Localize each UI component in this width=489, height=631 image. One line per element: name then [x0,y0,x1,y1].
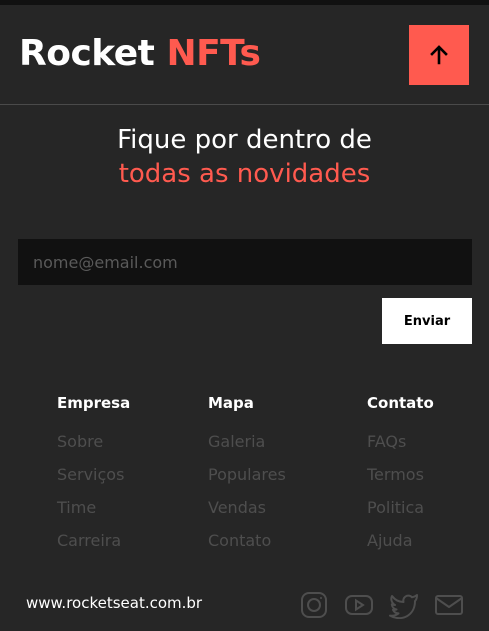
footer-link-carreira[interactable]: Carreira [57,524,130,557]
submit-button[interactable]: Enviar [382,298,472,344]
footer-column-empresa: Empresa Sobre Serviços Time Carreira [57,393,130,557]
logo-main: Rocket [19,33,155,74]
footer-column-mapa: Mapa Galeria Populares Vendas Contato [208,393,286,557]
footer-link-termos[interactable]: Termos [367,458,434,491]
newsletter-title-line1: Fique por dentro de [117,125,372,155]
footer-link-galeria[interactable]: Galeria [208,425,286,458]
arrow-up-icon [430,45,448,65]
newsletter-title-line2: todas as novidades [118,159,371,189]
footer-link-ajuda[interactable]: Ajuda [367,524,434,557]
footer-link-time[interactable]: Time [57,491,130,524]
footer-link-servicos[interactable]: Serviços [57,458,130,491]
footer-heading: Empresa [57,394,131,412]
footer-column-contato: Contato FAQs Termos Politica Ajuda [367,393,434,557]
header: Rocket NFTs [0,5,489,105]
mail-icon[interactable] [435,591,463,619]
youtube-icon[interactable] [344,591,374,619]
footer-link-contato[interactable]: Contato [208,524,286,557]
logo[interactable]: Rocket NFTs [19,33,261,74]
email-input[interactable] [18,239,472,285]
newsletter-title: Fique por dentro de todas as novidades [0,123,489,191]
footer-link-populares[interactable]: Populares [208,458,286,491]
instagram-icon[interactable] [300,591,328,619]
footer-heading: Mapa [208,394,254,412]
scroll-top-button[interactable] [409,25,469,85]
footer-link-politica[interactable]: Politica [367,491,434,524]
footer-link-vendas[interactable]: Vendas [208,491,286,524]
footer-link-faqs[interactable]: FAQs [367,425,434,458]
site-url[interactable]: www.rocketseat.com.br [26,594,202,612]
logo-accent: NFTs [166,33,261,74]
footer-heading: Contato [367,394,434,412]
footer-link-sobre[interactable]: Sobre [57,425,130,458]
twitter-icon[interactable] [389,591,419,619]
